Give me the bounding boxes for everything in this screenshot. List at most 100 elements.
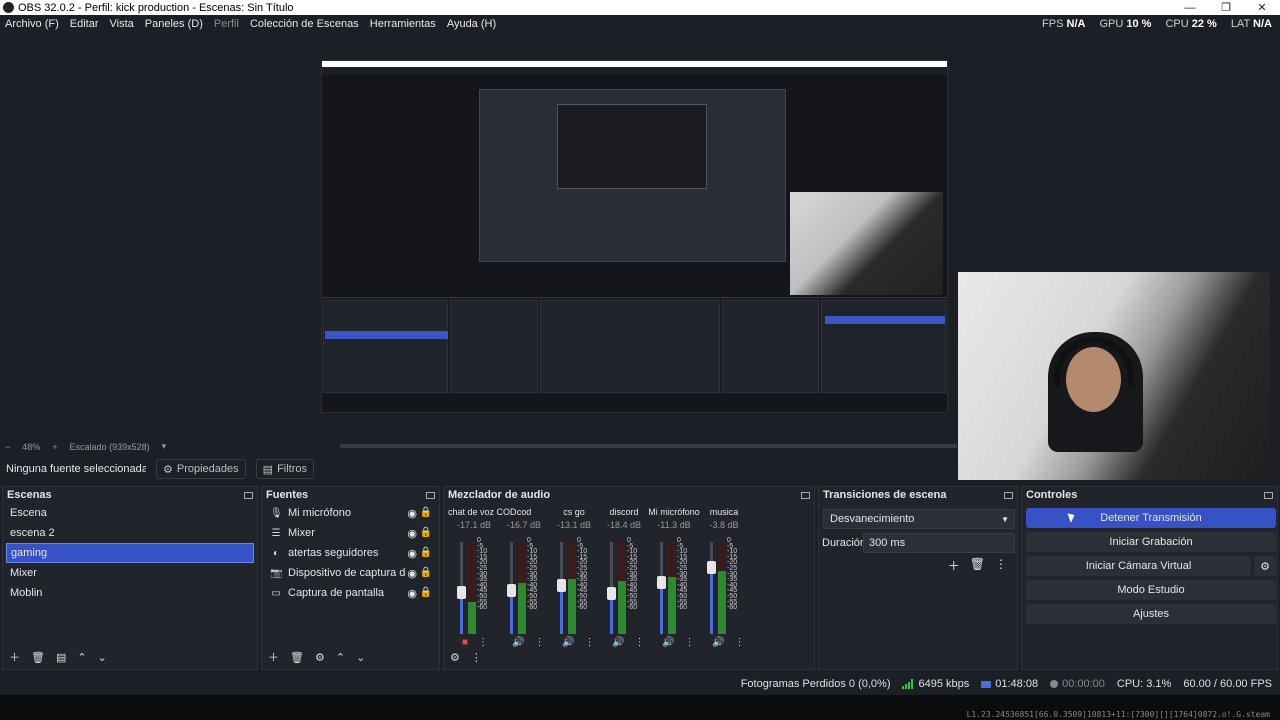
preview-area[interactable]	[0, 33, 1280, 480]
lock-icon[interactable]: 🔒	[420, 587, 432, 598]
add-icon[interactable]: ＋	[948, 557, 960, 574]
chevron-down-icon[interactable]: ⌄	[356, 651, 365, 664]
scene-item[interactable]: escena 2	[6, 523, 254, 543]
trash-icon[interactable]: 🗑	[290, 651, 304, 664]
menu-paneles[interactable]: Paneles (D)	[145, 18, 203, 30]
zoom-out-button[interactable]: −	[5, 442, 10, 452]
undock-icon[interactable]	[244, 491, 253, 499]
zoom-in-button[interactable]: +	[52, 442, 57, 452]
level-meter	[618, 542, 626, 634]
scene-item[interactable]: gaming	[6, 543, 254, 563]
scene-item[interactable]: Moblin	[6, 583, 254, 603]
undock-icon[interactable]	[1264, 491, 1273, 499]
lock-icon[interactable]: 🔒	[420, 547, 432, 558]
volume-fader[interactable]	[557, 542, 566, 634]
preview-canvas[interactable]	[321, 60, 948, 413]
scene-item[interactable]: Escena	[6, 503, 254, 523]
fader-knob[interactable]	[557, 579, 566, 592]
meter-tick-label: -60	[677, 604, 688, 612]
maximize-icon[interactable]: ❐	[1208, 0, 1244, 15]
volume-fader[interactable]	[607, 542, 616, 634]
trash-icon[interactable]: 🗑	[31, 651, 45, 664]
stop-stream-button[interactable]: Detener Transmisión	[1026, 508, 1276, 528]
eye-icon[interactable]: ◉	[407, 547, 417, 560]
volume-fader[interactable]	[507, 542, 516, 634]
menu-archivo[interactable]: Archivo (F)	[5, 18, 59, 30]
scene-item[interactable]: Mixer	[6, 563, 254, 583]
source-item[interactable]: ▭ Captura de pantalla ◉ 🔒	[262, 583, 439, 603]
lock-icon[interactable]: 🔒	[420, 527, 432, 538]
duration-field[interactable]: 300 ms	[863, 533, 1015, 553]
source-item[interactable]: ☰ Mixer ◉ 🔒	[262, 523, 439, 543]
level-meter	[468, 542, 476, 634]
eye-icon[interactable]: ◉	[407, 567, 417, 580]
transition-select[interactable]: Desvanecimiento ▼	[823, 509, 1015, 529]
kebab-menu-icon[interactable]: ⋮	[471, 651, 482, 664]
signal-bars-icon	[902, 679, 914, 689]
menu-ayuda[interactable]: Ayuda (H)	[447, 18, 496, 30]
filters-button[interactable]: ▤ Filtros	[255, 459, 315, 479]
filters-label: Filtros	[277, 463, 308, 475]
start-virtual-camera-button[interactable]: Iniciar Cámara Virtual	[1026, 556, 1251, 576]
minimize-icon[interactable]: —	[1172, 0, 1208, 15]
scenes-title: Escenas	[7, 489, 52, 501]
menu-vista[interactable]: Vista	[110, 18, 134, 30]
scenes-header: Escenas	[3, 487, 257, 503]
mixer-settings-icon[interactable]: ⚙	[450, 651, 460, 664]
undock-icon[interactable]	[1004, 491, 1013, 499]
start-record-button[interactable]: Iniciar Grabación	[1026, 532, 1276, 552]
chevron-up-icon[interactable]: ⌃	[336, 651, 345, 664]
volume-fader[interactable]	[707, 542, 716, 634]
fader-knob[interactable]	[457, 586, 466, 599]
fader-knob[interactable]	[607, 587, 616, 600]
virtual-camera-settings-button[interactable]: ⚙	[1254, 556, 1276, 576]
channel-name: Mi micrófono	[648, 507, 700, 517]
scale-label: Escalado (939x528)	[69, 441, 150, 452]
volume-fader[interactable]	[657, 542, 666, 634]
add-icon[interactable]: ＋	[268, 649, 279, 665]
lock-icon[interactable]: 🔒	[420, 507, 432, 518]
settings-button[interactable]: Ajustes	[1026, 604, 1276, 624]
source-item[interactable]: 📷 Dispositivo de captura de video◉🔒	[262, 563, 439, 583]
trash-icon[interactable]: 🗑	[970, 557, 985, 574]
eye-icon[interactable]: ◉	[407, 527, 417, 540]
source-item[interactable]: 🎙 Mi micrófono ◉ 🔒	[262, 503, 439, 523]
close-icon[interactable]: ✕	[1244, 0, 1280, 15]
menu-herramientas[interactable]: Herramientas	[370, 18, 436, 30]
fader-fill	[660, 583, 663, 634]
fader-knob[interactable]	[707, 561, 716, 574]
menu-perfil[interactable]: Perfil	[214, 18, 239, 30]
eye-icon[interactable]: ◉	[407, 507, 417, 520]
chevron-up-icon[interactable]: ⌃	[77, 651, 86, 664]
gear-icon[interactable]: ⚙	[315, 651, 325, 664]
preview-hscrollbar[interactable]	[340, 444, 957, 448]
fader-fill	[610, 594, 613, 634]
fader-knob[interactable]	[507, 584, 516, 597]
menu-coleccion-escenas[interactable]: Colección de Escenas	[250, 18, 359, 30]
nested-stop-button	[825, 316, 945, 324]
gpu-value: 10 %	[1126, 18, 1152, 30]
fader-knob[interactable]	[657, 576, 666, 589]
lock-icon[interactable]: 🔒	[420, 567, 432, 578]
fader-fill	[510, 591, 513, 634]
controls-dock: Controles Detener Transmisión Iniciar Gr…	[1021, 486, 1278, 670]
source-item[interactable]: ◐ atertas seguidores ◉ 🔒	[262, 543, 439, 563]
lat-value: N/A	[1253, 18, 1272, 30]
scale-dropdown-icon[interactable]: ▾	[162, 441, 167, 452]
add-icon[interactable]: ＋	[9, 649, 20, 665]
chevron-down-icon[interactable]: ⌄	[98, 651, 107, 664]
nested-mixer-dock	[540, 300, 720, 393]
filter-icon[interactable]: ▤	[56, 651, 66, 664]
channel-db: -3.8 dB	[709, 520, 739, 530]
volume-fader[interactable]	[457, 542, 466, 634]
nested-sources-dock	[450, 300, 538, 393]
undock-icon[interactable]	[426, 491, 435, 499]
webcam-source[interactable]	[958, 272, 1270, 480]
studio-mode-button[interactable]: Modo Estudio	[1026, 580, 1276, 600]
undock-icon[interactable]	[801, 491, 810, 499]
eye-icon[interactable]: ◉	[407, 587, 417, 600]
nested-inner-capture	[557, 104, 707, 189]
properties-button[interactable]: ⚙ Propiedades	[156, 459, 246, 479]
menu-editar[interactable]: Editar	[70, 18, 99, 30]
kebab-menu-icon[interactable]: ⋮	[995, 557, 1007, 574]
